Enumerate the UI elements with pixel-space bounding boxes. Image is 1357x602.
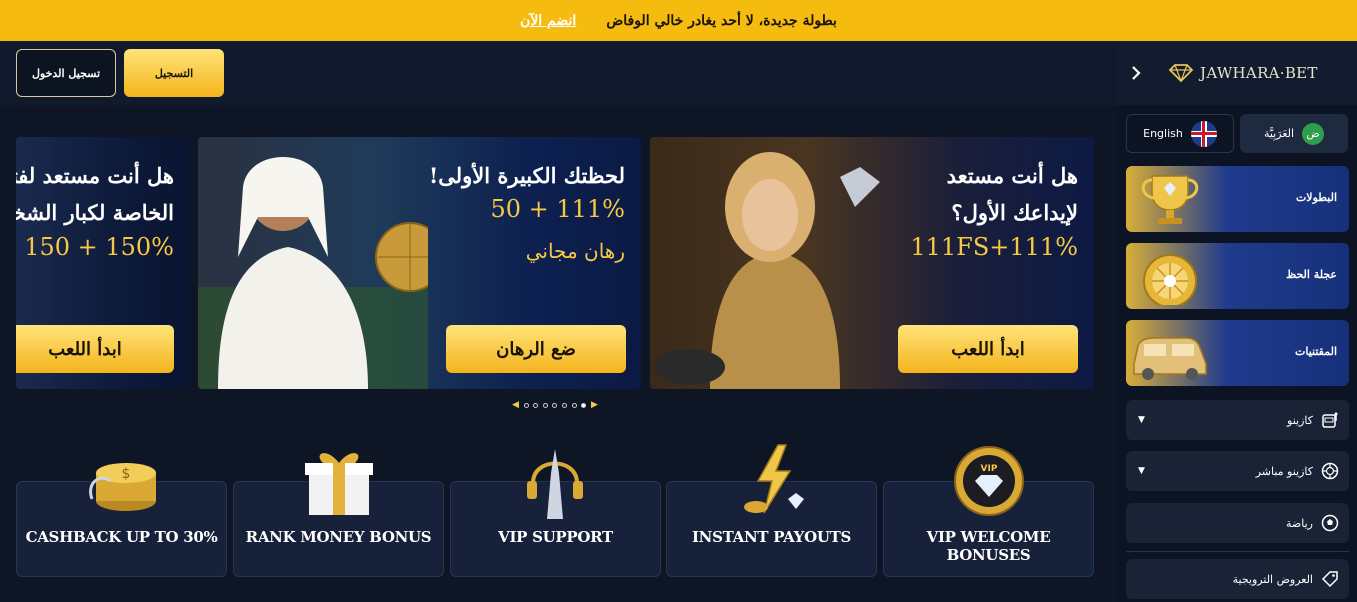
promo-collectibles[interactable]: المقتنيات bbox=[1126, 320, 1349, 386]
slide-title: لحظتك الكبيرة الأولى! bbox=[428, 163, 625, 188]
vip-diamond-coin-icon: VIP bbox=[954, 446, 1024, 516]
carousel-dot[interactable] bbox=[523, 402, 529, 408]
language-arabic[interactable]: العَرَبِيَّة ض bbox=[1240, 114, 1348, 153]
start-playing-button[interactable]: ابدأ اللعب bbox=[898, 325, 1078, 373]
arabic-label: العَرَبِيَّة bbox=[1263, 127, 1295, 140]
promo-label: عجلة الحظ bbox=[1286, 268, 1337, 281]
sidebar-header: JAWHARA·BET bbox=[1118, 41, 1357, 105]
place-bet-button[interactable]: ضع الرهان bbox=[446, 325, 626, 373]
brand-logo[interactable]: JAWHARA·BET bbox=[1168, 61, 1318, 85]
sidebar-divider bbox=[1126, 551, 1349, 552]
headset-tower-icon bbox=[527, 449, 583, 519]
uk-flag-icon bbox=[1190, 120, 1217, 147]
join-now-link[interactable]: انضم الآن bbox=[520, 13, 576, 29]
carousel-dot-active[interactable] bbox=[581, 402, 587, 408]
lightning-coins-icon bbox=[744, 444, 804, 514]
feature-label: INSTANT PAYOUTS bbox=[691, 528, 852, 546]
arabic-flag-icon: ض bbox=[1302, 122, 1325, 145]
carousel-pagination: ◀ ▶ bbox=[512, 398, 598, 412]
carousel-slide-welcome[interactable]: هل أنت مستعد لإيداعك الأول؟ 111FS+111% ا… bbox=[650, 137, 1094, 389]
roulette-icon bbox=[1321, 462, 1339, 480]
promo-label: المقتنيات bbox=[1295, 345, 1337, 358]
feature-label: RANK MONEY BONUS bbox=[245, 528, 432, 546]
menu-live-casino[interactable]: ▼ كازينو مباشر bbox=[1126, 451, 1349, 491]
start-playing-button[interactable]: ابدأ اللعب bbox=[16, 325, 174, 373]
top-header: تسجيل الدخول التسجيل bbox=[0, 41, 1118, 105]
slide-title: هل أنت مستعد لفتح الخاصة لكبار الشخصي bbox=[16, 163, 174, 225]
slot-machine-icon bbox=[1321, 411, 1339, 429]
slide-offer: 111% + 50 bbox=[490, 195, 625, 223]
menu-label: رياضة bbox=[1286, 516, 1313, 530]
svg-text:$: $ bbox=[122, 466, 131, 482]
announcement-bar: بطولة جديدة، لا أحد يغادر خالي الوفاض ان… bbox=[0, 0, 1357, 41]
trophy-icon bbox=[1141, 175, 1199, 224]
menu-label: العروض الترويجية bbox=[1232, 572, 1313, 586]
carousel-dot[interactable] bbox=[533, 402, 539, 408]
carousel-slide-sports[interactable]: لحظتك الكبيرة الأولى! 111% + 50 رهان مجا… bbox=[198, 137, 641, 389]
wheel-of-fortune-icon bbox=[1143, 254, 1197, 305]
feature-label: VIP SUPPORT bbox=[498, 528, 613, 546]
chevron-right-icon[interactable] bbox=[1124, 59, 1148, 87]
promo-carousel[interactable]: هل أنت مستعد لفتح الخاصة لكبار الشخصي 15… bbox=[16, 137, 1094, 389]
english-label: English bbox=[1143, 127, 1183, 140]
soccer-ball-icon bbox=[1321, 514, 1339, 532]
diamond-logo-icon bbox=[1168, 64, 1194, 82]
chevron-down-icon: ▼ bbox=[1138, 466, 1145, 476]
menu-label: كازينو bbox=[1287, 413, 1313, 427]
menu-label: كازينو مباشر bbox=[1255, 464, 1313, 478]
promo-label: البطولات bbox=[1295, 191, 1337, 204]
carousel-dot[interactable] bbox=[571, 402, 577, 408]
login-button[interactable]: تسجيل الدخول bbox=[16, 49, 116, 97]
feature-label: CASHBACK UP TO 30% bbox=[25, 528, 218, 546]
language-english[interactable]: English bbox=[1126, 114, 1234, 153]
coin-stack-icon: $ bbox=[89, 463, 156, 511]
tag-icon bbox=[1321, 570, 1339, 588]
feature-label: VIP WELCOME BONUSES bbox=[926, 528, 1051, 564]
slide-offer: 111FS+111% bbox=[910, 233, 1078, 261]
chevron-down-icon: ▼ bbox=[1138, 415, 1145, 425]
gold-car-icon bbox=[1133, 337, 1207, 380]
brand-name: JAWHARA·BET bbox=[1200, 64, 1318, 82]
slide-offer: 150% + 150 FS bbox=[16, 233, 174, 261]
carousel-dot[interactable] bbox=[542, 402, 548, 408]
slide-title: هل أنت مستعد لإيداعك الأول؟ bbox=[946, 163, 1078, 225]
gift-box-icon bbox=[305, 453, 373, 515]
menu-promotions[interactable]: العروض الترويجية bbox=[1126, 559, 1349, 599]
promo-tournaments[interactable]: البطولات bbox=[1126, 166, 1349, 232]
menu-casino[interactable]: ▼ كازينو bbox=[1126, 400, 1349, 440]
svg-text:VIP: VIP bbox=[981, 464, 998, 474]
menu-sports[interactable]: رياضة bbox=[1126, 503, 1349, 543]
carousel-dot[interactable] bbox=[562, 402, 568, 408]
announcement-message: بطولة جديدة، لا أحد يغادر خالي الوفاض bbox=[606, 12, 837, 29]
slide-subtitle: رهان مجاني bbox=[525, 239, 625, 263]
register-button[interactable]: التسجيل bbox=[124, 49, 224, 97]
carousel-dot[interactable] bbox=[552, 402, 558, 408]
sidebar: JAWHARA·BET English العَرَبِيَّة ض البطو… bbox=[1118, 41, 1357, 602]
chevron-right-icon[interactable]: ▶ bbox=[591, 400, 598, 410]
promo-wheel[interactable]: عجلة الحظ bbox=[1126, 243, 1349, 309]
carousel-slide-vip[interactable]: هل أنت مستعد لفتح الخاصة لكبار الشخصي 15… bbox=[16, 137, 190, 389]
chevron-left-icon[interactable]: ◀ bbox=[512, 400, 519, 410]
